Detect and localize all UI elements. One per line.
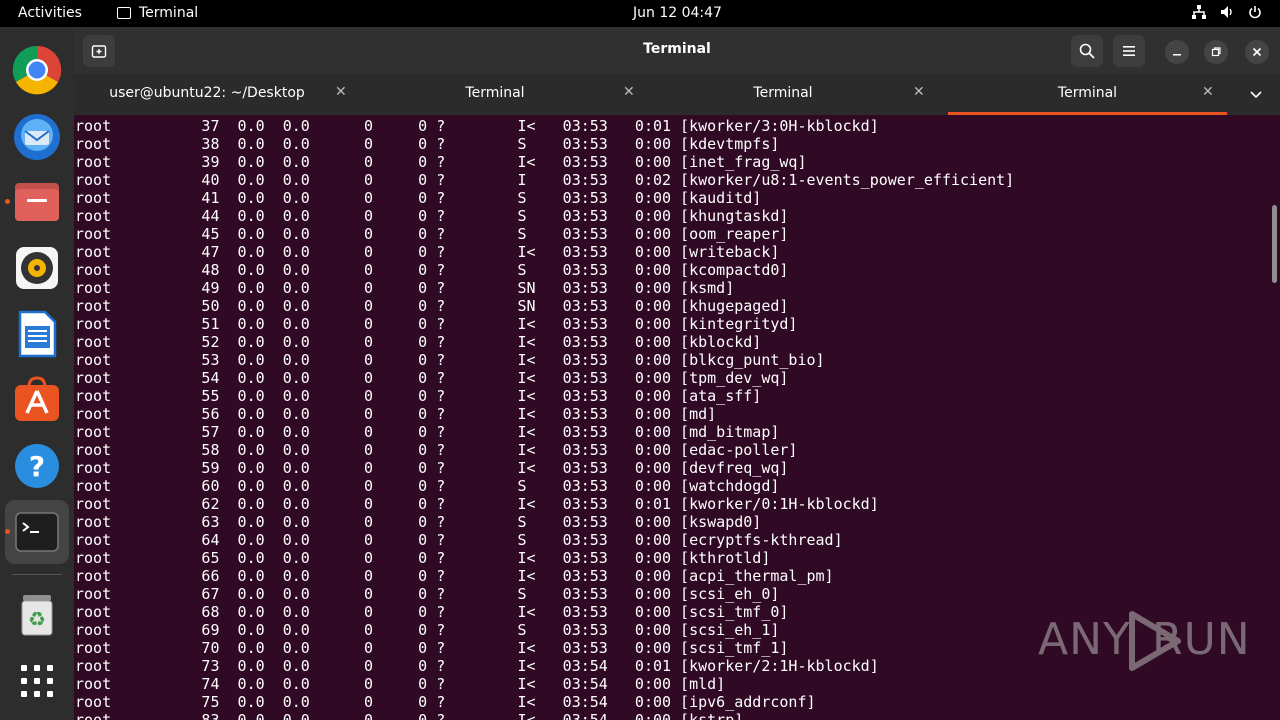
terminal-line: root 60 0.0 0.0 0 0 ? S 03:53 0:00 [watc…: [75, 477, 780, 495]
menu-button[interactable]: [1113, 35, 1145, 67]
terminal-line: root 83 0.0 0.0 0 0 ? I< 03:54 0:00 [kst…: [75, 711, 744, 720]
terminal-line: root 66 0.0 0.0 0 0 ? I< 03:53 0:00 [acp…: [75, 567, 834, 585]
minimize-icon: [1173, 54, 1181, 56]
terminal-line: root 45 0.0 0.0 0 0 ? S 03:53 0:00 [oom_…: [75, 225, 789, 243]
clock[interactable]: Jun 12 04:47: [0, 5, 1280, 21]
tab-close-icon[interactable]: ✕: [1202, 84, 1214, 100]
terminal-line: root 49 0.0 0.0 0 0 ? SN 03:53 0:00 [ksm…: [75, 279, 735, 297]
anyrun-watermark: ANY RUN: [1038, 606, 1250, 676]
terminal-line: root 38 0.0 0.0 0 0 ? S 03:53 0:00 [kdev…: [75, 135, 780, 153]
terminal-line: root 39 0.0 0.0 0 0 ? I< 03:53 0:00 [ine…: [75, 153, 807, 171]
terminal-line: root 48 0.0 0.0 0 0 ? S 03:53 0:00 [kcom…: [75, 261, 789, 279]
power-icon[interactable]: [1248, 5, 1262, 23]
terminal-line: root 57 0.0 0.0 0 0 ? I< 03:53 0:00 [md_…: [75, 423, 780, 441]
show-apps-icon[interactable]: [12, 656, 62, 706]
tab-terminal-2[interactable]: Terminal ✕: [362, 74, 650, 115]
terminal-line: root 51 0.0 0.0 0 0 ? I< 03:53 0:00 [kin…: [75, 315, 798, 333]
tab-terminal-3[interactable]: Terminal ✕: [650, 74, 938, 115]
scrollbar-thumb[interactable]: [1272, 205, 1277, 283]
terminal-line: root 52 0.0 0.0 0 0 ? I< 03:53 0:00 [kbl…: [75, 333, 762, 351]
terminal-line: root 50 0.0 0.0 0 0 ? SN 03:53 0:00 [khu…: [75, 297, 789, 315]
window-headerbar: Terminal: [74, 27, 1280, 74]
running-indicator: [5, 199, 10, 204]
app-center-icon[interactable]: [12, 375, 62, 425]
terminal-line: root 59 0.0 0.0 0 0 ? I< 03:53 0:00 [dev…: [75, 459, 789, 477]
trash-icon[interactable]: ♻: [12, 590, 62, 640]
dock: ? ♻: [0, 27, 74, 720]
svg-text:♻: ♻: [28, 607, 46, 631]
terminal-line: root 58 0.0 0.0 0 0 ? I< 03:53 0:00 [eda…: [75, 441, 798, 459]
terminal-line: root 53 0.0 0.0 0 0 ? I< 03:53 0:00 [blk…: [75, 351, 825, 369]
running-indicator: [5, 529, 10, 534]
terminal-line: root 47 0.0 0.0 0 0 ? I< 03:53 0:00 [wri…: [75, 243, 780, 261]
terminal-line: root 55 0.0 0.0 0 0 ? I< 03:53 0:00 [ata…: [75, 387, 762, 405]
terminal-line: root 41 0.0 0.0 0 0 ? S 03:53 0:00 [kaud…: [75, 189, 762, 207]
tab-label: user@ubuntu22: ~/Desktop: [109, 85, 305, 101]
network-icon[interactable]: [1192, 5, 1206, 23]
search-icon: [1079, 43, 1095, 59]
tab-list-button[interactable]: [1249, 86, 1263, 105]
terminal-line: root 74 0.0 0.0 0 0 ? I< 03:54 0:00 [mld…: [75, 675, 726, 693]
svg-text:?: ?: [29, 450, 45, 483]
terminal-lines: root 37 0.0 0.0 0 0 ? I< 03:53 0:01 [kwo…: [75, 117, 1014, 720]
tab-terminal-4[interactable]: Terminal ✕: [948, 74, 1227, 115]
terminal-line: root 56 0.0 0.0 0 0 ? I< 03:53 0:00 [md]: [75, 405, 717, 423]
terminal-line: root 37 0.0 0.0 0 0 ? I< 03:53 0:01 [kwo…: [75, 117, 879, 135]
minimize-button[interactable]: [1165, 40, 1189, 64]
terminal-line: root 64 0.0 0.0 0 0 ? S 03:53 0:00 [ecry…: [75, 531, 843, 549]
terminal-line: root 69 0.0 0.0 0 0 ? S 03:53 0:00 [scsi…: [75, 621, 780, 639]
tab-bar: user@ubuntu22: ~/Desktop ✕ Terminal ✕ Te…: [74, 74, 1280, 115]
watermark-text-left: ANY: [1038, 614, 1131, 665]
terminal-line: root 67 0.0 0.0 0 0 ? S 03:53 0:00 [scsi…: [75, 585, 780, 603]
tab-close-icon[interactable]: ✕: [623, 84, 635, 100]
terminal-line: root 73 0.0 0.0 0 0 ? I< 03:54 0:01 [kwo…: [75, 657, 879, 675]
files-icon[interactable]: [5, 177, 62, 227]
tab-close-icon[interactable]: ✕: [913, 84, 925, 100]
terminal-line: root 68 0.0 0.0 0 0 ? I< 03:53 0:00 [scs…: [75, 603, 789, 621]
tab-label: Terminal: [1057, 85, 1118, 101]
terminal-line: root 63 0.0 0.0 0 0 ? S 03:53 0:00 [kswa…: [75, 513, 762, 531]
terminal-line: root 40 0.0 0.0 0 0 ? I 03:53 0:02 [kwor…: [75, 171, 1015, 189]
system-tray[interactable]: [1192, 5, 1262, 23]
terminal-line: root 65 0.0 0.0 0 0 ? I< 03:53 0:00 [kth…: [75, 549, 771, 567]
maximize-button[interactable]: [1204, 40, 1228, 64]
terminal-line: root 54 0.0 0.0 0 0 ? I< 03:53 0:00 [tpm…: [75, 369, 789, 387]
search-button[interactable]: [1071, 35, 1103, 67]
terminal-line: root 70 0.0 0.0 0 0 ? I< 03:53 0:00 [scs…: [75, 639, 789, 657]
help-icon[interactable]: ?: [12, 441, 62, 491]
chrome-icon[interactable]: [12, 45, 62, 95]
dock-separator: [12, 574, 62, 575]
terminal-icon[interactable]: [5, 507, 62, 557]
watermark-text-right: RUN: [1152, 614, 1251, 665]
writer-icon[interactable]: [12, 309, 62, 359]
hamburger-icon: [1123, 46, 1135, 56]
volume-icon[interactable]: [1220, 5, 1234, 23]
tab-label: Terminal: [753, 85, 813, 101]
terminal-line: root 62 0.0 0.0 0 0 ? I< 03:53 0:01 [kwo…: [75, 495, 879, 513]
close-icon: [1252, 47, 1262, 57]
thunderbird-icon[interactable]: [12, 111, 62, 161]
tab-label: Terminal: [465, 85, 525, 101]
top-bar: Activities Terminal Jun 12 04:47: [0, 0, 1280, 27]
chevron-down-icon: [1250, 91, 1262, 99]
tab-desktop[interactable]: user@ubuntu22: ~/Desktop ✕: [74, 74, 362, 115]
restore-icon: [1211, 47, 1221, 57]
terminal-line: root 44 0.0 0.0 0 0 ? S 03:53 0:00 [khun…: [75, 207, 789, 225]
terminal-line: root 75 0.0 0.0 0 0 ? I< 03:54 0:00 [ipv…: [75, 693, 816, 711]
rhythmbox-icon[interactable]: [12, 243, 62, 293]
close-window-button[interactable]: [1245, 40, 1269, 64]
tab-close-icon[interactable]: ✕: [335, 84, 347, 100]
